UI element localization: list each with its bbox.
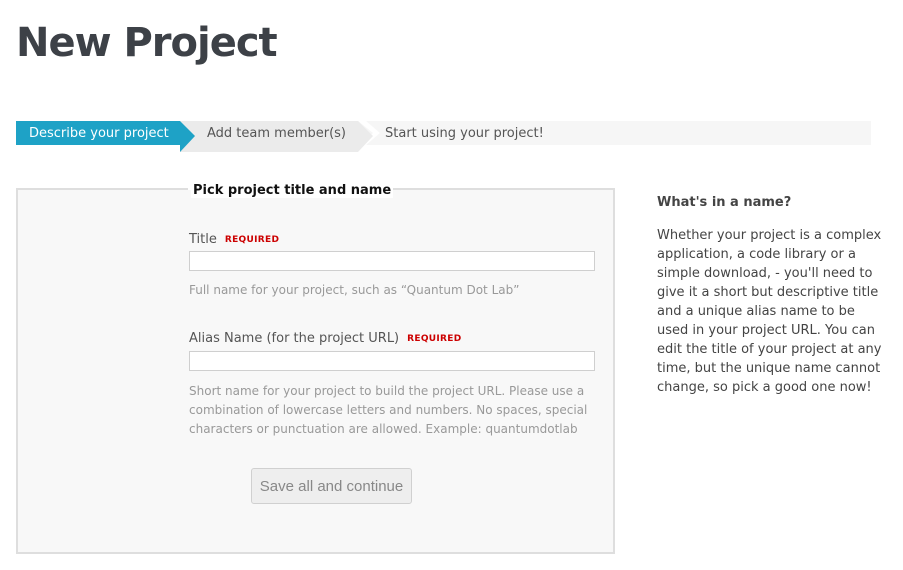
sidebar-title: What's in a name? — [657, 195, 792, 210]
progress-steps: Describe your project Add team member(s)… — [16, 121, 871, 152]
alias-input[interactable] — [189, 351, 595, 371]
title-hint: Full name for your project, such as “Qua… — [189, 283, 520, 297]
save-and-continue-button[interactable]: Save all and continue — [251, 468, 412, 504]
alias-label-text: Alias Name (for the project URL) — [189, 331, 400, 346]
title-label: Title REQUIRED — [189, 232, 279, 247]
alias-label: Alias Name (for the project URL) REQUIRED — [189, 331, 461, 346]
page-title: New Project — [16, 20, 278, 66]
title-input[interactable] — [189, 251, 595, 271]
sidebar-text: Whether your project is a complex applic… — [657, 228, 882, 395]
step-start-using[interactable]: Start using your project! — [385, 126, 544, 141]
step-add-team-members[interactable]: Add team member(s) — [207, 126, 346, 141]
step-describe-project[interactable]: Describe your project — [29, 126, 169, 141]
title-label-text: Title — [189, 232, 217, 247]
alias-required-badge: REQUIRED — [407, 334, 462, 344]
project-form: Pick project title and name Title REQUIRE… — [16, 183, 615, 554]
alias-hint: Short name for your project to build the… — [189, 384, 588, 436]
title-required-badge: REQUIRED — [224, 235, 280, 245]
form-legend: Pick project title and name — [191, 183, 394, 198]
